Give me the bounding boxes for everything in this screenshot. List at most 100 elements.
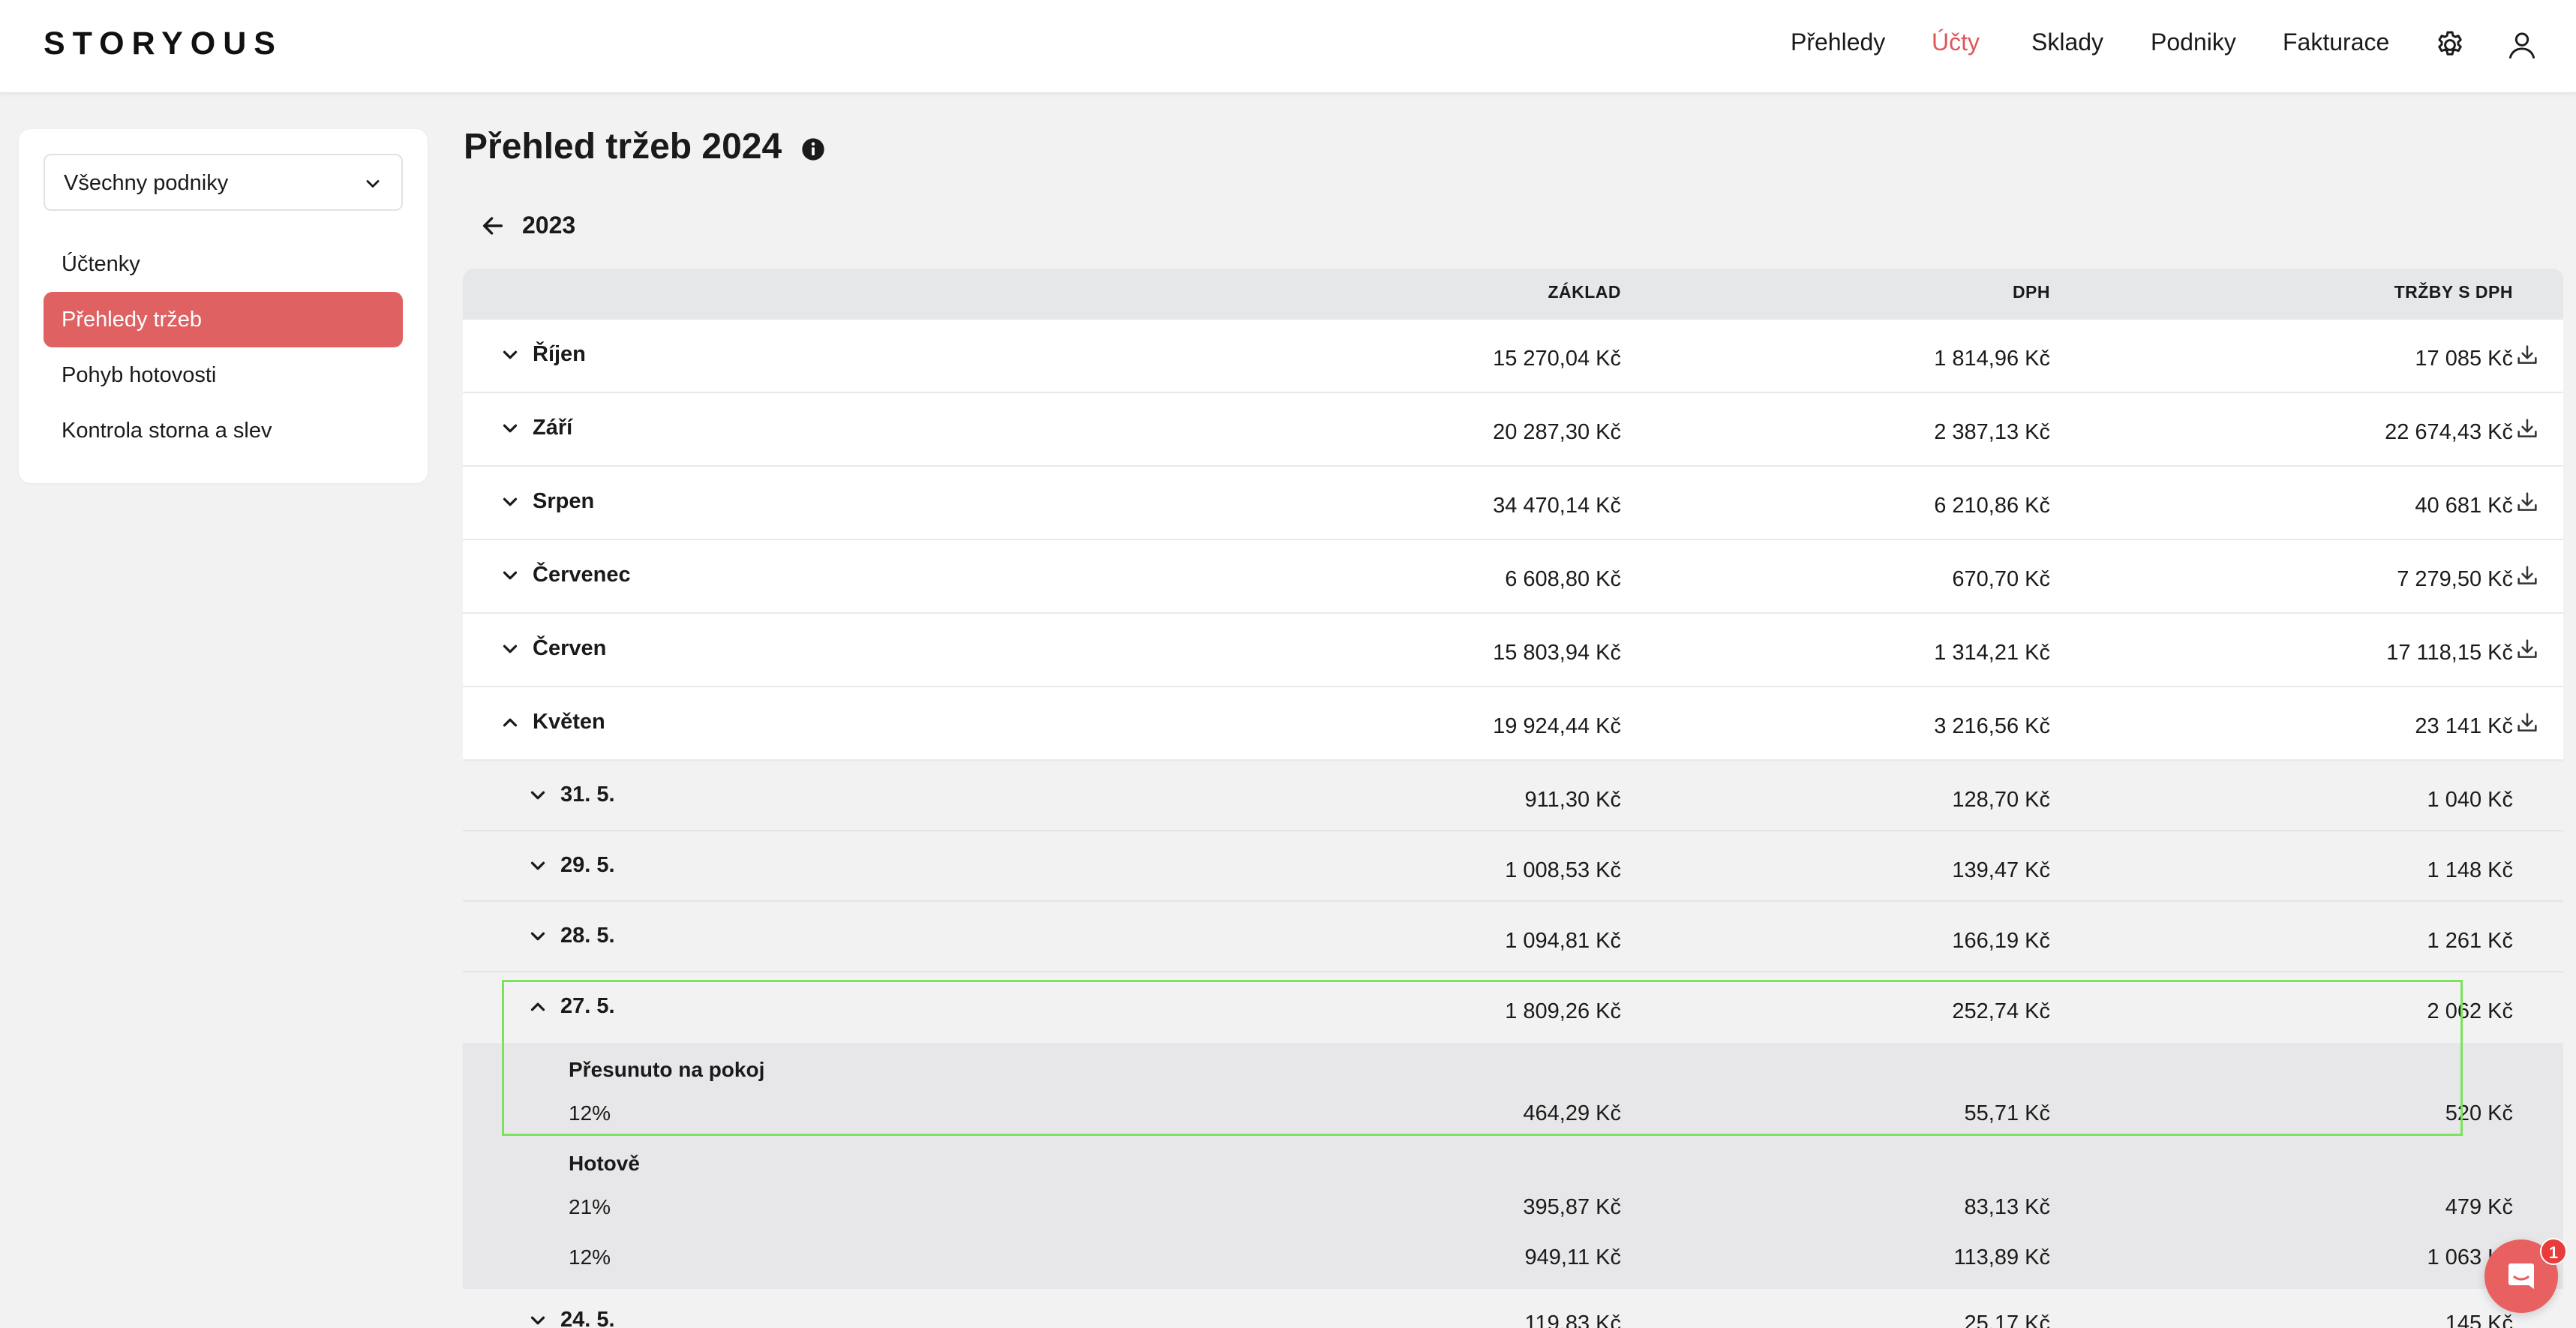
venue-select-value: Všechny podniky [64,171,229,195]
base-value: 119,83 Kč [1524,1311,1621,1328]
day-label: 31. 5. [560,783,615,807]
base-value: 1 809,26 Kč [1505,999,1621,1023]
download-icon[interactable] [2514,563,2540,588]
download-icon[interactable] [2514,416,2540,441]
payment-group-title: Hotově [569,1152,640,1175]
base-value: 1 094,81 Kč [1505,929,1621,953]
nav-item-sklady[interactable]: Sklady [2031,29,2103,56]
table-row-month[interactable]: Červenec 6 608,80 Kč 670,70 Kč 7 279,50 … [463,540,2563,614]
base-value: 949,11 Kč [1524,1245,1621,1269]
storyous-logo[interactable]: STORYOUS [44,26,283,62]
base-value: 1 008,53 Kč [1505,858,1621,882]
total-value: 1 040 Kč [2427,788,2513,812]
nav-item-podniky[interactable]: Podniky [2151,29,2236,56]
vat-value: 252,74 Kč [1952,999,2050,1023]
chevron-down-icon[interactable] [527,1309,549,1328]
day-label: 24. 5. [560,1308,615,1328]
chevron-down-icon[interactable] [499,344,521,366]
gear-icon[interactable] [2433,29,2466,62]
page-title: Přehled tržeb 2024 [464,127,782,167]
day-label: 28. 5. [560,924,615,948]
day-detail-continued: 12% 949,11 Kč 113,89 Kč 1 063 Kč [463,1244,2563,1289]
arrow-left-icon[interactable] [480,213,506,239]
table-row-month-expanded[interactable]: Květen 19 924,44 Kč 3 216,56 Kč 23 141 K… [463,687,2563,761]
vat-value: 113,89 Kč [1953,1245,2050,1269]
day-label: 29. 5. [560,853,615,877]
vat-value: 128,70 Kč [1952,788,2050,812]
chevron-down-icon[interactable] [499,564,521,587]
payment-group-title: Přesunuto na pokoj [569,1058,765,1081]
vat-rate: 12% [569,1101,611,1125]
top-bar: STORYOUS Přehledy Účty Sklady Podniky Fa… [0,0,2576,93]
previous-year-label[interactable]: 2023 [522,212,575,239]
sidebar-item-uctenky[interactable]: Účtenky [44,236,403,292]
column-header-zaklad: ZÁKLAD [1548,282,1621,302]
vat-value: 6 210,86 Kč [1934,494,2050,518]
chevron-up-icon[interactable] [527,996,549,1018]
base-value: 19 924,44 Kč [1493,714,1621,738]
total-value: 23 141 Kč [2415,714,2513,738]
chevron-down-icon[interactable] [527,784,549,807]
nav-item-ucty[interactable]: Účty [1932,29,1980,56]
vat-value: 25,17 Kč [1964,1311,2050,1328]
info-icon[interactable] [801,137,825,161]
chevron-down-icon[interactable] [499,491,521,513]
nav-item-prehledy[interactable]: Přehledy [1791,29,1885,56]
download-icon[interactable] [2514,342,2540,368]
table-row-day[interactable]: 31. 5. 911,30 Kč 128,70 Kč 1 040 Kč [463,761,2563,831]
vat-value: 139,47 Kč [1952,858,2050,882]
total-value: 1 148 Kč [2427,858,2513,882]
vat-value: 83,13 Kč [1964,1195,2050,1219]
sidebar: Všechny podniky Účtenky Přehledy tržeb P… [19,129,428,483]
table-row-month[interactable]: Září 20 287,30 Kč 2 387,13 Kč 22 674,43 … [463,393,2563,467]
vat-value: 2 387,13 Kč [1934,420,2050,444]
chevron-down-icon[interactable] [527,855,549,877]
table-row-day-expanded[interactable]: 27. 5. 1 809,26 Kč 252,74 Kč 2 062 Kč [463,972,2563,1043]
sidebar-item-prehledy-trzeb[interactable]: Přehledy tržeb [44,292,403,347]
vat-value: 166,19 Kč [1952,929,2050,953]
month-label: Srpen [533,489,595,513]
download-icon[interactable] [2514,489,2540,515]
sidebar-item-kontrola-storna[interactable]: Kontrola storna a slev [44,403,403,458]
user-icon[interactable] [2505,29,2538,62]
table-row-month[interactable]: Červen 15 803,94 Kč 1 314,21 Kč 17 118,1… [463,614,2563,687]
day-label: 27. 5. [560,994,615,1018]
table-row-day[interactable]: 28. 5. 1 094,81 Kč 166,19 Kč 1 261 Kč [463,902,2563,972]
month-label: Září [533,416,573,440]
total-value: 2 062 Kč [2427,999,2513,1023]
column-header-dph: DPH [2012,282,2050,302]
chat-notification-badge: 1 [2540,1238,2567,1265]
table-row-month[interactable]: Srpen 34 470,14 Kč 6 210,86 Kč 40 681 Kč [463,467,2563,540]
table-row-month[interactable]: Říjen 15 270,04 Kč 1 814,96 Kč 17 085 Kč [463,320,2563,393]
base-value: 911,30 Kč [1524,788,1621,812]
total-value: 17 085 Kč [2415,347,2513,371]
nav-item-fakturace[interactable]: Fakturace [2283,29,2389,56]
chevron-down-icon[interactable] [499,417,521,440]
base-value: 34 470,14 Kč [1493,494,1621,518]
revenue-table: ZÁKLAD DPH TRŽBY S DPH Říjen 15 270,04 K… [463,269,2563,1328]
sidebar-item-pohyb-hotovosti[interactable]: Pohyb hotovosti [44,347,403,403]
chevron-down-icon[interactable] [499,638,521,660]
venue-select[interactable]: Všechny podniky [44,154,403,211]
total-value: 22 674,43 Kč [2385,420,2513,444]
vat-value: 1 814,96 Kč [1934,347,2050,371]
month-label: Květen [533,710,605,734]
total-value: 145 Kč [2445,1311,2513,1328]
table-row-day[interactable]: 29. 5. 1 008,53 Kč 139,47 Kč 1 148 Kč [463,831,2563,902]
vat-rate: 21% [569,1195,611,1218]
chevron-down-icon[interactable] [527,925,549,948]
total-value: 40 681 Kč [2415,494,2513,518]
total-value: 520 Kč [2445,1101,2513,1125]
base-value: 6 608,80 Kč [1505,567,1621,591]
download-icon[interactable] [2514,636,2540,662]
table-row-day[interactable]: 24. 5. 119,83 Kč 25,17 Kč 145 Kč [463,1289,2563,1328]
base-value: 395,87 Kč [1523,1195,1621,1219]
download-icon[interactable] [2514,710,2540,735]
month-label: Červen [533,636,607,660]
month-label: Říjen [533,342,586,366]
chevron-up-icon[interactable] [499,711,521,734]
day-detail: Přesunuto na pokoj 12% 464,29 Kč 55,71 K… [463,1043,2563,1244]
column-header-trzby: TRŽBY S DPH [2394,282,2513,302]
base-value: 15 270,04 Kč [1493,347,1621,371]
vat-rate: 12% [569,1245,611,1269]
